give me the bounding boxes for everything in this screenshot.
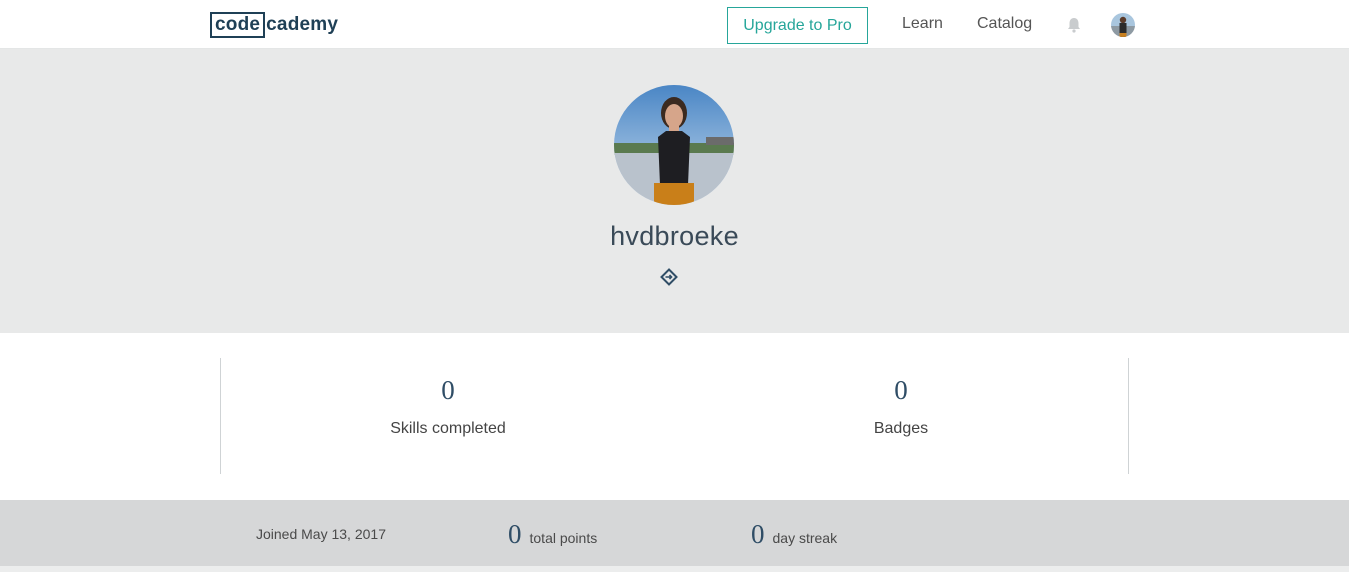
profile-photo [614, 85, 734, 205]
nav-learn-link[interactable]: Learn [902, 15, 943, 33]
logo-code-box: code [210, 12, 266, 38]
share-link-icon[interactable] [660, 268, 678, 286]
day-streak-value: 0 [751, 519, 765, 549]
logo-cademy-text: cademy [266, 14, 339, 35]
page-bottom-strip [0, 566, 1349, 572]
total-points: 0 total points [508, 520, 597, 548]
day-streak: 0 day streak [751, 520, 837, 548]
top-navigation-bar: code cademy Upgrade to Pro Learn Catalog [0, 0, 1349, 49]
skills-completed-stat: 0 Skills completed [298, 375, 598, 438]
nav-catalog-link[interactable]: Catalog [977, 15, 1032, 33]
day-streak-label: day streak [772, 530, 838, 546]
upgrade-to-pro-button[interactable]: Upgrade to Pro [727, 7, 868, 44]
badges-count: 0 [894, 375, 908, 405]
badges-stat: 0 Badges [751, 375, 1051, 438]
profile-hero: hvdbroeke [0, 49, 1349, 333]
badges-label: Badges [873, 420, 929, 437]
user-avatar-icon[interactable] [1111, 13, 1135, 37]
skills-completed-count: 0 [441, 375, 455, 405]
stats-divider [1128, 358, 1129, 474]
total-points-label: total points [529, 530, 598, 546]
joined-date: Joined May 13, 2017 [256, 526, 386, 542]
bell-icon[interactable] [1065, 16, 1083, 34]
codecademy-logo[interactable]: code cademy [210, 12, 338, 38]
profile-summary-band: Joined May 13, 2017 0 total points 0 day… [0, 500, 1349, 566]
total-points-value: 0 [508, 519, 522, 549]
profile-stats: 0 Skills completed 0 Badges [0, 333, 1349, 500]
profile-username: hvdbroeke [610, 221, 739, 251]
stats-divider [220, 358, 221, 474]
skills-completed-label: Skills completed [390, 420, 506, 437]
